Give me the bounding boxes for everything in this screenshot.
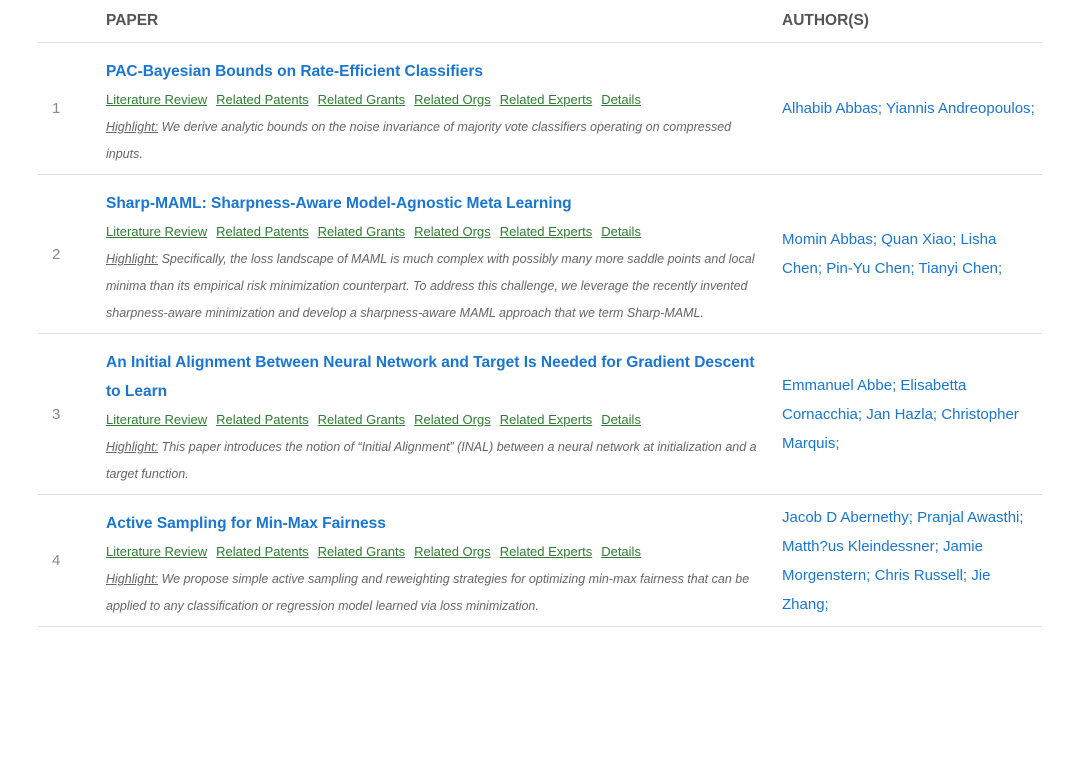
highlight-text: This paper introduces the notion of “Ini… xyxy=(106,440,757,481)
papers-table: PAPER AUTHOR(S) 1 PAC-Bayesian Bounds on … xyxy=(38,0,1042,627)
author-link[interactable]: Emmanuel Abbe xyxy=(782,377,892,394)
related-patents-link[interactable]: Related Patents xyxy=(216,224,309,239)
related-orgs-link[interactable]: Related Orgs xyxy=(414,224,491,239)
related-grants-link[interactable]: Related Grants xyxy=(318,412,405,427)
paper-title-link[interactable]: Active Sampling for Min-Max Fairness xyxy=(106,509,768,538)
row-number: 2 xyxy=(38,174,106,334)
author-separator: ; xyxy=(817,260,823,277)
highlight-label: Highlight: xyxy=(106,120,159,134)
paper-highlight: Highlight: We derive analytic bounds on … xyxy=(106,114,768,168)
paper-links: Literature Review Related Patents Related … xyxy=(106,86,768,114)
author-link[interactable]: Tianyi Chen xyxy=(919,260,998,277)
author-link[interactable]: Alhabib Abbas xyxy=(782,100,878,117)
table-row: 1 PAC-Bayesian Bounds on Rate-Efficient C… xyxy=(38,42,1042,175)
paper-highlight: Highlight: We propose simple active samp… xyxy=(106,566,768,620)
author-separator: ; xyxy=(908,508,913,526)
details-link[interactable]: Details xyxy=(601,544,641,559)
table-row: 4 Active Sampling for Min-Max Fairness Lit… xyxy=(38,494,1042,627)
highlight-label: Highlight: xyxy=(106,440,159,454)
papers-table-body: 1 PAC-Bayesian Bounds on Rate-Efficient C… xyxy=(38,42,1042,627)
details-link[interactable]: Details xyxy=(601,92,641,107)
author-link[interactable]: Jan Hazla xyxy=(866,406,933,423)
paper-links: Literature Review Related Patents Related … xyxy=(106,538,768,566)
author-separator: ; xyxy=(934,537,939,555)
paper-title-link[interactable]: PAC-Bayesian Bounds on Rate-Efficient Cl… xyxy=(106,57,768,86)
author-separator: ; xyxy=(1019,508,1024,526)
related-grants-link[interactable]: Related Grants xyxy=(318,544,405,559)
related-patents-link[interactable]: Related Patents xyxy=(216,544,309,559)
related-orgs-link[interactable]: Related Orgs xyxy=(414,544,491,559)
author-link[interactable]: Pin-Yu Chen xyxy=(826,260,910,277)
author-separator: ; xyxy=(1030,100,1035,117)
author-separator: ; xyxy=(835,434,840,452)
authors-cell: Emmanuel Abbe; Elisabetta Cornacchia; Ja… xyxy=(782,333,1042,495)
related-patents-link[interactable]: Related Patents xyxy=(216,412,309,427)
author-separator: ; xyxy=(866,566,871,584)
header-num xyxy=(38,0,106,43)
table-row: 2 Sharp-MAML: Sharpness-Aware Model-Agnos… xyxy=(38,174,1042,334)
author-link[interactable]: Yiannis Andreopoulos xyxy=(886,100,1031,117)
page: PAPER AUTHOR(S) 1 PAC-Bayesian Bounds on … xyxy=(0,0,1080,767)
related-experts-link[interactable]: Related Experts xyxy=(500,544,593,559)
author-separator: ; xyxy=(962,566,968,584)
related-grants-link[interactable]: Related Grants xyxy=(318,92,405,107)
literature-review-link[interactable]: Literature Review xyxy=(106,224,207,239)
author-link[interactable]: Pranjal Awasthi xyxy=(917,509,1019,526)
literature-review-link[interactable]: Literature Review xyxy=(106,412,207,427)
related-orgs-link[interactable]: Related Orgs xyxy=(414,92,491,107)
details-link[interactable]: Details xyxy=(601,224,641,239)
details-link[interactable]: Details xyxy=(601,412,641,427)
highlight-text: We propose simple active sampling and re… xyxy=(106,572,750,613)
table-row: 3 An Initial Alignment Between Neural Net… xyxy=(38,333,1042,495)
literature-review-link[interactable]: Literature Review xyxy=(106,544,207,559)
related-experts-link[interactable]: Related Experts xyxy=(500,224,593,239)
authors-cell: Jacob D Abernethy; Pranjal Awasthi; Matt… xyxy=(782,494,1042,627)
paper-title-link[interactable]: An Initial Alignment Between Neural Netw… xyxy=(106,348,768,406)
author-link[interactable]: Quan Xiao xyxy=(881,231,952,248)
row-number: 3 xyxy=(38,333,106,495)
author-separator: ; xyxy=(872,231,878,248)
author-separator: ; xyxy=(877,100,883,117)
paper-cell: Sharp-MAML: Sharpness-Aware Model-Agnost… xyxy=(106,174,782,334)
header-paper: PAPER xyxy=(106,0,782,43)
literature-review-link[interactable]: Literature Review xyxy=(106,92,207,107)
paper-highlight: Highlight: This paper introduces the not… xyxy=(106,434,768,488)
author-separator: ; xyxy=(892,376,897,394)
row-number: 1 xyxy=(38,42,106,175)
related-experts-link[interactable]: Related Experts xyxy=(500,92,593,107)
related-grants-link[interactable]: Related Grants xyxy=(318,224,405,239)
author-separator: ; xyxy=(857,405,863,423)
table-header-row: PAPER AUTHOR(S) xyxy=(38,0,1042,43)
highlight-text: We derive analytic bounds on the noise i… xyxy=(106,120,732,161)
author-link[interactable]: Matth?us Kleindessner xyxy=(782,538,935,555)
authors-cell: Momin Abbas; Quan Xiao; Lisha Chen; Pin-… xyxy=(782,174,1042,334)
related-experts-link[interactable]: Related Experts xyxy=(500,412,593,427)
highlight-label: Highlight: xyxy=(106,252,159,266)
authors-cell: Alhabib Abbas; Yiannis Andreopoulos; xyxy=(782,42,1042,175)
paper-cell: An Initial Alignment Between Neural Netw… xyxy=(106,333,782,495)
paper-highlight: Highlight: Specifically, the loss landsc… xyxy=(106,246,768,327)
paper-links: Literature Review Related Patents Related … xyxy=(106,218,768,246)
highlight-text: Specifically, the loss landscape of MAML… xyxy=(106,252,755,320)
author-link[interactable]: Jacob D Abernethy xyxy=(782,509,909,526)
author-link[interactable]: Chris Russell xyxy=(875,567,963,584)
row-number: 4 xyxy=(38,494,106,627)
author-separator: ; xyxy=(910,260,915,277)
author-separator: ; xyxy=(998,260,1003,277)
paper-links: Literature Review Related Patents Related … xyxy=(106,406,768,434)
related-patents-link[interactable]: Related Patents xyxy=(216,92,309,107)
author-link[interactable]: Momin Abbas xyxy=(782,231,873,248)
paper-cell: Active Sampling for Min-Max Fairness Lite… xyxy=(106,494,782,627)
header-authors: AUTHOR(S) xyxy=(782,0,1042,43)
paper-title-link[interactable]: Sharp-MAML: Sharpness-Aware Model-Agnost… xyxy=(106,189,768,218)
author-separator: ; xyxy=(824,595,829,613)
author-separator: ; xyxy=(952,231,957,248)
paper-cell: PAC-Bayesian Bounds on Rate-Efficient Cl… xyxy=(106,42,782,175)
author-separator: ; xyxy=(932,405,938,423)
highlight-label: Highlight: xyxy=(106,572,159,586)
related-orgs-link[interactable]: Related Orgs xyxy=(414,412,491,427)
